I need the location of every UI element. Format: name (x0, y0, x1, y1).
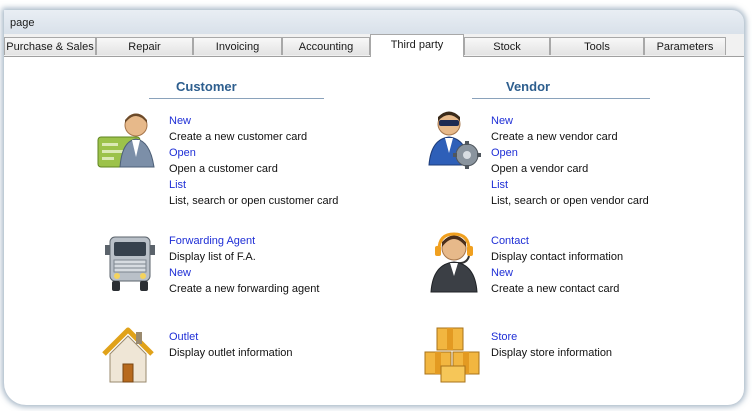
boxes-icon[interactable] (423, 326, 481, 384)
store-actions: Store Display store information (491, 329, 612, 361)
customer-heading-rule (149, 98, 324, 99)
vendor-actions: New Create a new vendor card Open Open a… (491, 113, 649, 209)
contact-actions: Contact Display contact information New … (491, 233, 623, 297)
customer-new-link[interactable]: New (169, 113, 338, 129)
customer-open-desc: Open a customer card (169, 163, 278, 175)
outlet-actions: Outlet Display outlet information (169, 329, 293, 361)
truck-icon[interactable] (104, 233, 156, 293)
forwarding-agent-actions: Forwarding Agent Display list of F.A. Ne… (169, 233, 319, 297)
forwarding-agent-new-desc: Create a new forwarding agent (169, 283, 320, 295)
contact-link[interactable]: Contact (491, 233, 623, 249)
outlet-link[interactable]: Outlet (169, 329, 293, 345)
tab-strip: Purchase & Sales Repair Invoicing Accoun… (4, 34, 744, 57)
customer-actions: New Create a new customer card Open Open… (169, 113, 338, 209)
forwarding-agent-desc: Display list of F.A. (169, 251, 256, 263)
vendor-heading: Vendor (506, 79, 551, 94)
tab-stock[interactable]: Stock (464, 37, 550, 55)
vendor-new-desc: Create a new vendor card (491, 131, 618, 143)
contact-new-link[interactable]: New (491, 265, 623, 281)
customer-list-link[interactable]: List (169, 177, 338, 193)
app-window: page Purchase & Sales Repair Invoicing A… (4, 10, 744, 405)
contact-desc: Display contact information (491, 251, 624, 263)
headset-agent-icon[interactable] (429, 232, 479, 294)
customer-person-card-icon[interactable] (96, 111, 158, 169)
tab-third-party[interactable]: Third party (370, 34, 464, 57)
vendor-heading-rule (472, 98, 650, 99)
customer-open-link[interactable]: Open (169, 145, 338, 161)
title-bar: page (4, 10, 744, 34)
vendor-list-desc: List, search or open vendor card (491, 195, 649, 207)
customer-list-desc: List, search or open customer card (169, 195, 339, 207)
store-desc: Display store information (491, 347, 613, 359)
tab-tools[interactable]: Tools (550, 37, 644, 55)
vendor-person-gear-icon[interactable] (425, 111, 481, 169)
tab-parameters[interactable]: Parameters (644, 37, 726, 55)
vendor-new-link[interactable]: New (491, 113, 649, 129)
customer-heading: Customer (176, 79, 237, 94)
forwarding-agent-link[interactable]: Forwarding Agent (169, 233, 319, 249)
tab-invoicing[interactable]: Invoicing (193, 37, 282, 55)
outlet-desc: Display outlet information (169, 347, 293, 359)
window-title: page (10, 17, 35, 29)
vendor-open-link[interactable]: Open (491, 145, 649, 161)
tab-repair[interactable]: Repair (96, 37, 193, 55)
screenshot-frame: page Purchase & Sales Repair Invoicing A… (0, 0, 752, 411)
store-link[interactable]: Store (491, 329, 612, 345)
vendor-list-link[interactable]: List (491, 177, 649, 193)
contact-new-desc: Create a new contact card (491, 283, 620, 295)
tab-purchase-sales[interactable]: Purchase & Sales (4, 37, 96, 55)
customer-new-desc: Create a new customer card (169, 131, 308, 143)
forwarding-agent-new-link[interactable]: New (169, 265, 319, 281)
house-icon[interactable] (100, 326, 156, 384)
tab-accounting[interactable]: Accounting (282, 37, 370, 55)
vendor-open-desc: Open a vendor card (491, 163, 589, 175)
third-party-panel: Customer Vendor New Create a new custome… (4, 57, 744, 405)
